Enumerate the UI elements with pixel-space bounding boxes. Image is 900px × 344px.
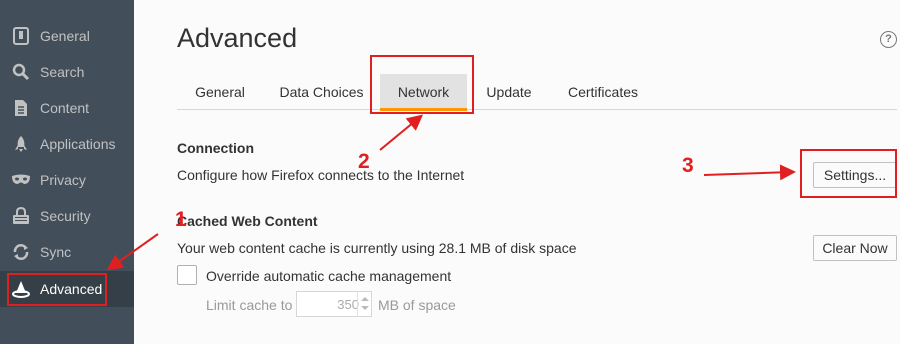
sidebar-item-label: Security	[40, 208, 91, 224]
limit-cache-label: Limit cache to	[206, 297, 293, 313]
override-cache-label[interactable]: Override automatic cache management	[206, 268, 451, 284]
sidebar-item-label: Content	[40, 100, 90, 116]
cache-description: Your web content cache is currently usin…	[177, 240, 577, 256]
help-icon[interactable]: ?	[880, 31, 897, 48]
tab-update[interactable]: Update	[472, 74, 546, 110]
annotation-number-2: 2	[358, 150, 370, 173]
sidebar-item-label: Applications	[40, 136, 116, 152]
annotation-box-network	[370, 55, 474, 114]
clear-cache-button[interactable]: Clear Now	[813, 235, 897, 261]
sidebar-item-label: Privacy	[40, 172, 86, 188]
annotation-box-settings	[800, 149, 897, 198]
tab-certificates[interactable]: Certificates	[551, 74, 655, 110]
spinner-buttons[interactable]	[357, 292, 371, 316]
connection-title: Connection	[177, 140, 254, 156]
sidebar-item-sync[interactable]: Sync	[0, 234, 134, 270]
connection-description: Configure how Firefox connects to the In…	[177, 167, 465, 183]
sidebar-item-label: General	[40, 28, 90, 44]
override-cache-checkbox[interactable]	[177, 265, 197, 285]
cache-size-value: 350	[337, 297, 359, 312]
sidebar-item-content[interactable]: Content	[0, 90, 134, 126]
sidebar-item-search[interactable]: Search	[0, 54, 134, 90]
sync-icon	[11, 242, 31, 262]
applications-icon	[11, 134, 31, 154]
cache-title: Cached Web Content	[177, 213, 318, 229]
annotation-box-advanced	[7, 273, 107, 306]
content-icon	[11, 98, 31, 118]
search-icon	[11, 62, 31, 82]
sidebar-item-general[interactable]: General	[0, 18, 134, 54]
annotation-number-1: 1	[175, 208, 187, 231]
arrow-to-settings	[703, 164, 796, 181]
tab-bar: General Data Choices Network Update Cert…	[177, 74, 897, 111]
spinner-up-icon[interactable]	[361, 297, 369, 301]
sidebar-item-security[interactable]: Security	[0, 198, 134, 234]
arrow-to-network	[379, 114, 424, 151]
tab-general[interactable]: General	[177, 74, 263, 110]
security-icon	[11, 206, 31, 226]
cache-size-spinner[interactable]: 350	[296, 291, 372, 317]
sidebar-item-applications[interactable]: Applications	[0, 126, 134, 162]
spinner-down-icon[interactable]	[361, 306, 369, 310]
annotation-number-3: 3	[682, 154, 694, 177]
sidebar-item-label: Search	[40, 64, 85, 80]
sidebar-item-privacy[interactable]: Privacy	[0, 162, 134, 198]
tab-data-choices[interactable]: Data Choices	[268, 74, 375, 110]
clear-button-label: Clear Now	[822, 240, 888, 256]
page-title: Advanced	[177, 23, 298, 53]
privacy-mask-icon	[11, 170, 31, 190]
sidebar-item-label: Sync	[40, 244, 72, 260]
cache-unit-label: MB of space	[378, 297, 456, 313]
general-icon	[11, 26, 31, 46]
